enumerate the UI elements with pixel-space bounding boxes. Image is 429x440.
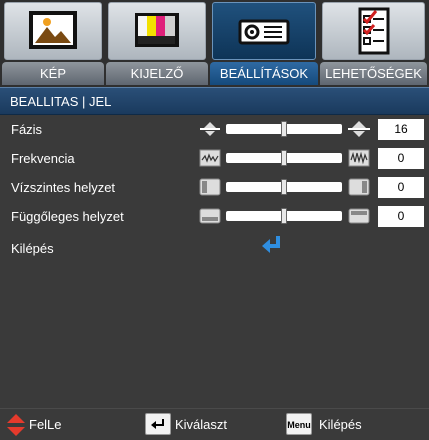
tab-bar: KÉP KIJELZŐ BEÁLLÍTÁSOK LEHETŐSÉGEK xyxy=(0,0,429,87)
tab-settings[interactable]: BEÁLLÍTÁSOK xyxy=(210,0,318,87)
frequency-decrease-icon[interactable] xyxy=(199,148,221,168)
tab-picture[interactable]: KÉP xyxy=(2,0,104,87)
frequency-value: 0 xyxy=(378,148,424,169)
setting-row-vertical-position[interactable]: Függőleges helyzet 0 xyxy=(0,204,429,230)
exit-menu-item[interactable]: Kilépés xyxy=(11,241,54,256)
setting-row-phase[interactable]: Fázis 16 xyxy=(0,117,429,143)
tab-label: LEHETŐSÉGEK xyxy=(320,62,427,85)
vertical-position-slider[interactable] xyxy=(226,208,342,224)
horizontal-position-slider[interactable] xyxy=(226,179,342,195)
phase-value: 16 xyxy=(378,119,424,140)
display-icon xyxy=(108,2,206,60)
picture-icon xyxy=(4,2,102,60)
setting-row-horizontal-position[interactable]: Vízszintes helyzet 0 xyxy=(0,175,429,201)
slider-thumb[interactable] xyxy=(281,121,287,137)
projector-icon xyxy=(212,2,316,60)
phase-slider[interactable] xyxy=(226,121,342,137)
phase-decrease-icon[interactable] xyxy=(199,119,221,139)
frequency-increase-icon[interactable] xyxy=(348,148,370,168)
phase-increase-icon[interactable] xyxy=(348,119,370,139)
tab-label: KIJELZŐ xyxy=(106,62,208,85)
navigate-hint: FelLe xyxy=(29,417,62,432)
horizontal-right-icon[interactable] xyxy=(348,177,370,197)
menu-key-icon: Menu xyxy=(286,413,312,435)
vertical-up-icon[interactable] xyxy=(348,206,370,226)
up-down-arrows-icon xyxy=(6,413,26,440)
horizontal-left-icon[interactable] xyxy=(199,177,221,197)
slider-thumb[interactable] xyxy=(281,208,287,224)
section-title: BEALLITAS | JEL xyxy=(0,87,429,115)
setting-label: Vízszintes helyzet xyxy=(11,180,116,195)
setting-row-frequency[interactable]: Frekvencia 0 xyxy=(0,146,429,172)
slider-thumb[interactable] xyxy=(281,179,287,195)
vertical-down-icon[interactable] xyxy=(199,206,221,226)
enter-key-icon xyxy=(145,413,171,435)
setting-label: Frekvencia xyxy=(11,151,75,166)
tab-label: BEÁLLÍTÁSOK xyxy=(210,62,318,85)
slider-thumb[interactable] xyxy=(281,150,287,166)
horizontal-position-value: 0 xyxy=(378,177,424,198)
vertical-position-value: 0 xyxy=(378,206,424,227)
exit-hint: Kilépés xyxy=(319,417,362,432)
enter-arrow-icon[interactable] xyxy=(260,234,284,261)
tab-display[interactable]: KIJELZŐ xyxy=(106,0,208,87)
frequency-slider[interactable] xyxy=(226,150,342,166)
footer-help-bar: FelLe Kiválaszt Menu Kilépés xyxy=(0,408,429,440)
setting-label: Fázis xyxy=(11,122,43,137)
options-checklist-icon xyxy=(322,2,425,60)
tab-label: KÉP xyxy=(2,62,104,85)
select-hint: Kiválaszt xyxy=(175,417,228,432)
setting-label: Függőleges helyzet xyxy=(11,209,124,224)
tab-options[interactable]: LEHETŐSÉGEK xyxy=(320,0,427,87)
